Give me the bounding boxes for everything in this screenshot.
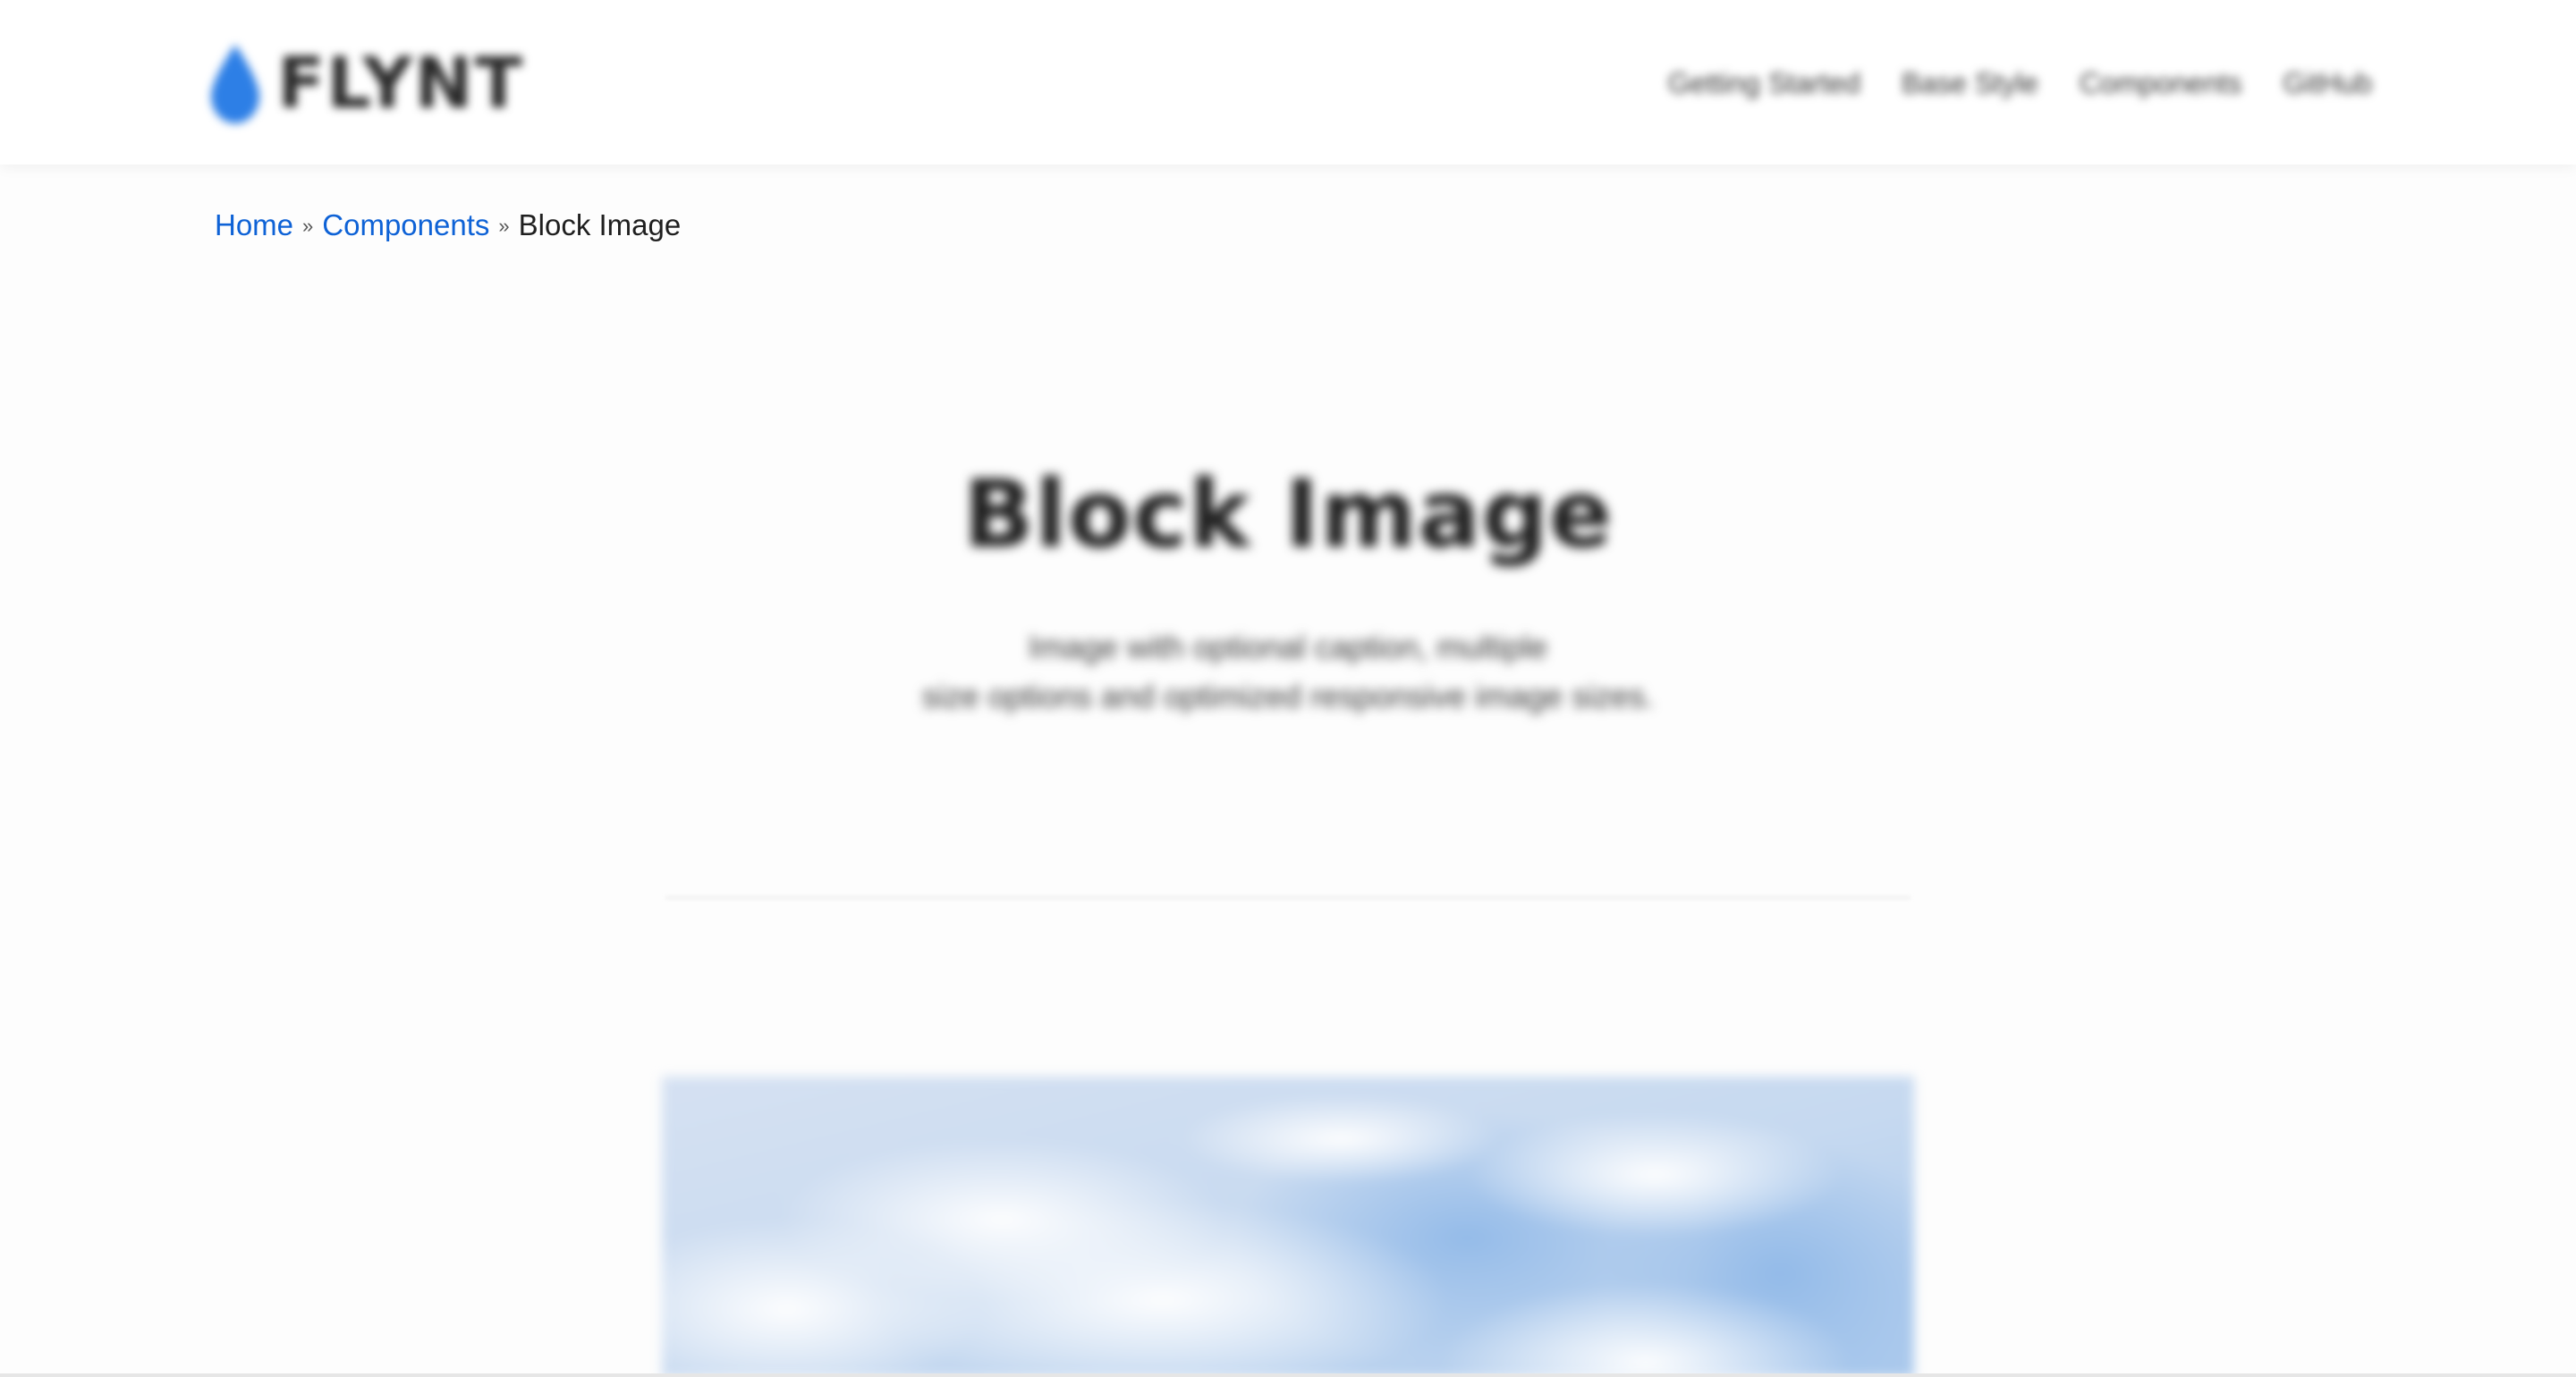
block-image (662, 1077, 1914, 1377)
page-title: Block Image (962, 460, 1614, 569)
breadcrumb-home-link[interactable]: Home (215, 202, 293, 249)
breadcrumb: Home » Components » Block Image (215, 202, 681, 249)
main-nav: Getting Started Base Style Components Gi… (1627, 54, 2372, 113)
site-header: FLYNT Getting Started Base Style Compone… (0, 0, 2576, 165)
page: FLYNT Getting Started Base Style Compone… (0, 0, 2576, 1377)
page-lead: Image with optional caption, multiple si… (886, 622, 1690, 721)
site-logo[interactable]: FLYNT (208, 41, 524, 127)
breadcrumb-components-link[interactable]: Components (322, 202, 489, 249)
header-inner: FLYNT Getting Started Base Style Compone… (0, 0, 2576, 165)
breadcrumb-separator: » (498, 215, 510, 237)
nav-github[interactable]: GitHub (2283, 67, 2372, 100)
breadcrumb-separator: » (302, 215, 314, 237)
bottom-edge (0, 1373, 2576, 1377)
hero-section: Block Image Image with optional caption,… (0, 438, 2576, 721)
content-divider (665, 897, 1911, 899)
nav-components[interactable]: Components (2080, 67, 2241, 100)
nav-base-style[interactable]: Base Style (1902, 67, 2038, 100)
logo-text: FLYNT (277, 44, 524, 124)
page-lead-line-2: size options and optimized responsive im… (921, 678, 1655, 714)
page-lead-line-1: Image with optional caption, multiple (1028, 629, 1548, 665)
nav-getting-started[interactable]: Getting Started (1668, 67, 1860, 100)
water-drop-icon (211, 45, 259, 123)
sky-clouds-image (662, 1077, 1914, 1377)
breadcrumb-current: Block Image (518, 208, 682, 241)
